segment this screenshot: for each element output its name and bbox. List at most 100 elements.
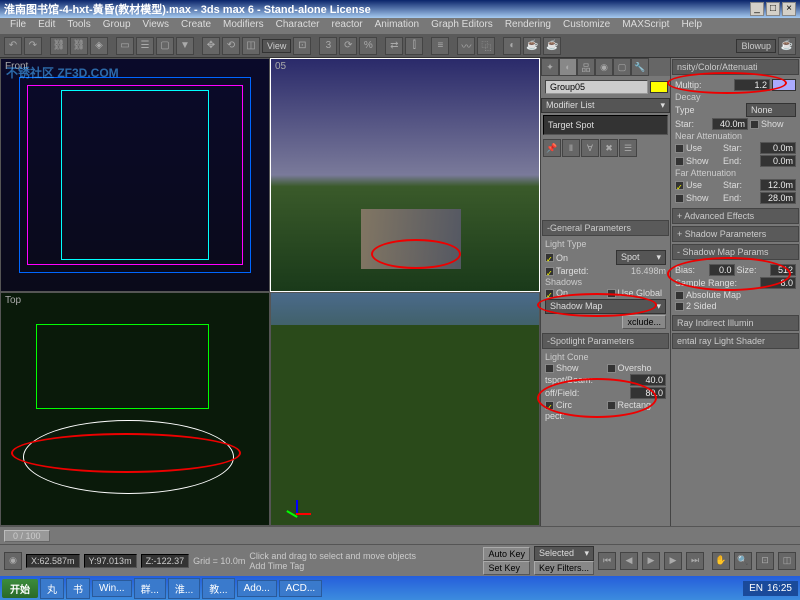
ray-illum-rollout[interactable]: Ray Indirect Illumin <box>672 315 799 331</box>
menu-group[interactable]: Group <box>97 18 137 34</box>
object-color-swatch[interactable] <box>650 81 668 93</box>
goto-end-icon[interactable]: ⏭ <box>686 552 704 570</box>
display-tab-icon[interactable]: ▢ <box>613 58 631 76</box>
near-end-spinner[interactable] <box>760 155 796 167</box>
two-sided-checkbox[interactable] <box>675 302 684 311</box>
viewport-camera-lower[interactable] <box>270 292 540 526</box>
undo-icon[interactable]: ↶ <box>4 37 22 55</box>
show-cone-checkbox[interactable] <box>545 364 554 373</box>
adv-effects-rollout[interactable]: + Advanced Effects <box>672 208 799 224</box>
snap-icon[interactable]: 3 <box>319 37 337 55</box>
select-icon[interactable]: ▭ <box>116 37 134 55</box>
task-1[interactable]: 丸 <box>40 578 64 599</box>
menu-tools[interactable]: Tools <box>61 18 96 34</box>
pivot-icon[interactable]: ⊡ <box>293 37 311 55</box>
menu-help[interactable]: Help <box>675 18 708 34</box>
far-end-spinner[interactable] <box>760 192 796 204</box>
configure-icon[interactable]: ☰ <box>619 139 637 157</box>
unlink-icon[interactable]: ⛓ <box>70 37 88 55</box>
link-icon[interactable]: ⛓ <box>50 37 68 55</box>
align-icon[interactable]: ⫿ <box>405 37 423 55</box>
hotspot-spinner[interactable] <box>630 374 666 386</box>
time-slider[interactable]: 0 / 100 <box>0 526 800 544</box>
exclude-button[interactable]: xclude... <box>622 315 666 329</box>
near-use-checkbox[interactable] <box>675 144 684 153</box>
viewport-top[interactable]: Top <box>0 292 270 526</box>
decay-type-dropdown[interactable]: None <box>746 103 796 117</box>
task-4[interactable]: 群... <box>134 578 166 599</box>
near-show-checkbox[interactable] <box>675 157 684 166</box>
x-coord[interactable]: X:62.587m <box>26 554 80 568</box>
minimize-button[interactable]: _ <box>750 2 764 16</box>
curve-editor-icon[interactable]: 〰 <box>457 37 475 55</box>
bias-spinner[interactable] <box>709 264 735 276</box>
clock[interactable]: 16:25 <box>767 583 792 594</box>
general-params-rollout[interactable]: -General Parameters <box>542 220 669 236</box>
task-8[interactable]: ACD... <box>279 580 322 597</box>
play-icon[interactable]: ▶ <box>642 552 660 570</box>
lock-selection-icon[interactable]: ◉ <box>4 552 22 570</box>
min-max-toggle-icon[interactable]: ◫ <box>778 552 796 570</box>
unique-icon[interactable]: ∀ <box>581 139 599 157</box>
schematic-icon[interactable]: ⿻ <box>477 37 495 55</box>
menu-create[interactable]: Create <box>175 18 217 34</box>
mirror-icon[interactable]: ⇄ <box>385 37 403 55</box>
menu-reactor[interactable]: reactor <box>326 18 369 34</box>
task-3[interactable]: Win... <box>92 580 132 597</box>
task-5[interactable]: 淮... <box>168 578 200 599</box>
object-name-field[interactable]: Group05 <box>545 80 648 94</box>
task-7[interactable]: Ado... <box>237 580 277 597</box>
multiplier-spinner[interactable] <box>734 79 770 91</box>
remove-mod-icon[interactable]: ✖ <box>600 139 618 157</box>
far-start-spinner[interactable] <box>760 179 796 191</box>
use-global-checkbox[interactable] <box>607 289 616 298</box>
keymode-dropdown[interactable]: Selected▾ <box>534 546 594 561</box>
setkey-button[interactable]: Set Key <box>483 561 530 575</box>
decay-show-checkbox[interactable] <box>750 120 759 129</box>
shadow-type-dropdown[interactable]: Shadow Map▾ <box>545 299 666 314</box>
far-use-checkbox[interactable] <box>675 181 684 190</box>
keyfilters-button[interactable]: Key Filters... <box>534 561 594 575</box>
layer-icon[interactable]: ≡ <box>431 37 449 55</box>
falloff-spinner[interactable] <box>630 387 666 399</box>
bind-icon[interactable]: ◈ <box>90 37 108 55</box>
select-region-icon[interactable]: ▢ <box>156 37 174 55</box>
z-coord[interactable]: Z:-122.37 <box>141 554 190 568</box>
percent-snap-icon[interactable]: % <box>359 37 377 55</box>
light-type-dropdown[interactable]: Spot▾ <box>616 250 666 265</box>
create-tab-icon[interactable]: ✦ <box>541 58 559 76</box>
y-coord[interactable]: Y:97.013m <box>84 554 137 568</box>
select-name-icon[interactable]: ☰ <box>136 37 154 55</box>
zoom-extents-icon[interactable]: ⊡ <box>756 552 774 570</box>
filter-icon[interactable]: ▼ <box>176 37 194 55</box>
menu-rendering[interactable]: Rendering <box>499 18 557 34</box>
modifier-stack[interactable]: Target Spot <box>543 115 668 135</box>
render-scene-icon[interactable]: ☕ <box>523 37 541 55</box>
spotlight-params-rollout[interactable]: -Spotlight Parameters <box>542 333 669 349</box>
utilities-tab-icon[interactable]: 🔧 <box>631 58 649 76</box>
size-spinner[interactable] <box>770 264 796 276</box>
next-frame-icon[interactable]: ▶ <box>664 552 682 570</box>
move-icon[interactable]: ✥ <box>202 37 220 55</box>
language-indicator[interactable]: EN <box>749 583 763 594</box>
maximize-button[interactable]: □ <box>766 2 780 16</box>
targeted-checkbox[interactable] <box>545 267 554 276</box>
motion-tab-icon[interactable]: ◉ <box>595 58 613 76</box>
modify-tab-icon[interactable]: ◐ <box>559 58 577 76</box>
near-start-spinner[interactable] <box>760 142 796 154</box>
light-color-swatch[interactable] <box>772 79 796 91</box>
menu-edit[interactable]: Edit <box>32 18 61 34</box>
refcoord-dropdown[interactable]: View <box>262 39 291 53</box>
hierarchy-tab-icon[interactable]: 品 <box>577 58 595 76</box>
menu-customize[interactable]: Customize <box>557 18 616 34</box>
shadow-map-params-rollout[interactable]: - Shadow Map Params <box>672 244 799 260</box>
viewport-front[interactable]: Front <box>0 58 270 292</box>
sample-range-spinner[interactable] <box>760 277 796 289</box>
modifier-list-dropdown[interactable]: Modifier List▾ <box>541 98 670 113</box>
pin-stack-icon[interactable]: 📌 <box>543 139 561 157</box>
quick-render-icon[interactable]: ☕ <box>543 37 561 55</box>
rectangle-radio[interactable] <box>607 401 616 410</box>
autokey-button[interactable]: Auto Key <box>483 547 530 561</box>
redo-icon[interactable]: ↷ <box>24 37 42 55</box>
menu-modifiers[interactable]: Modifiers <box>217 18 270 34</box>
